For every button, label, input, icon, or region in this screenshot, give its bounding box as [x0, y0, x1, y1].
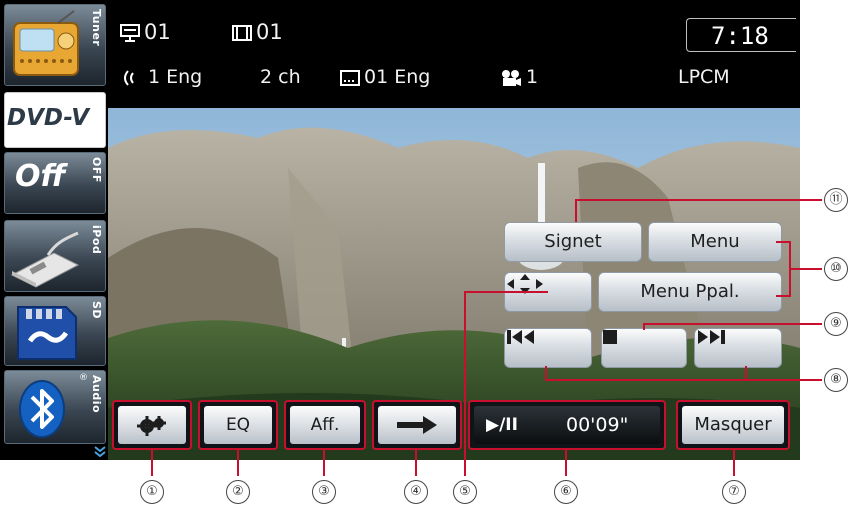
- callout-2: ②: [226, 480, 250, 504]
- callout-1: ①: [140, 480, 164, 504]
- callout-7: ⑦: [722, 480, 746, 504]
- callout-11: ⑪: [824, 188, 848, 212]
- callout-lines: [151, 199, 822, 476]
- callout-3: ③: [312, 480, 336, 504]
- callout-6: ⑥: [554, 480, 578, 504]
- callout-8: ⑧: [824, 368, 848, 392]
- callout-4: ④: [404, 480, 428, 504]
- callout-9: ⑨: [824, 312, 848, 336]
- callout-5: ⑤: [453, 480, 477, 504]
- callout-10: ⑩: [824, 257, 848, 281]
